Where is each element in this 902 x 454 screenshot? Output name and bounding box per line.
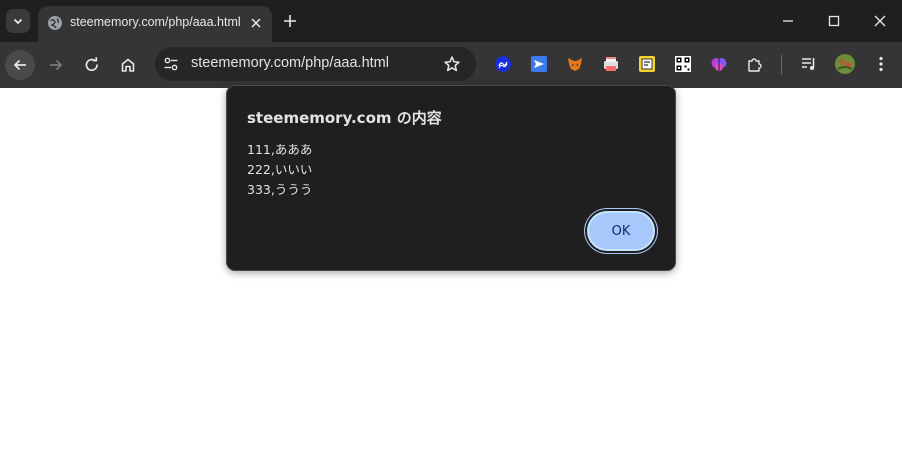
dialog-message-line: 111,あああ — [247, 142, 313, 157]
qr-code-icon[interactable] — [674, 55, 692, 73]
dialog-message-line: 333,ううう — [247, 182, 313, 197]
address-bar[interactable]: steememory.com/php/aaa.html — [155, 47, 476, 81]
chevron-down-icon — [13, 18, 23, 25]
url-text[interactable]: steememory.com/php/aaa.html — [191, 55, 389, 71]
arrow-right-icon — [50, 59, 63, 71]
dialog-message-line: 222,いいい — [247, 162, 313, 177]
brain-extension-icon[interactable] — [710, 55, 728, 73]
reload-button[interactable] — [77, 50, 107, 80]
minimize-icon[interactable] — [780, 13, 796, 29]
tab-strip: steememory.com/php/aaa.html — [0, 0, 902, 42]
metamask-fox-icon[interactable] — [566, 55, 584, 73]
new-tab-plus-icon[interactable] — [281, 12, 299, 30]
send-extension-icon[interactable] — [530, 55, 548, 73]
steem-extension-icon[interactable] — [494, 55, 512, 73]
arrow-left-icon — [13, 59, 26, 71]
ok-button[interactable]: OK — [587, 211, 655, 251]
globe-icon — [48, 16, 62, 30]
puzzle-icon[interactable] — [746, 55, 764, 73]
forward-button[interactable] — [41, 50, 71, 80]
dialog-heading: steememory.com の内容 — [247, 109, 442, 127]
avatar[interactable] — [835, 54, 855, 74]
kebab-menu-icon[interactable] — [872, 55, 890, 73]
browser-toolbar: steememory.com/php/aaa.html — [0, 42, 902, 88]
home-button[interactable] — [113, 50, 143, 80]
media-queue-icon[interactable] — [800, 55, 818, 73]
maximize-icon[interactable] — [826, 13, 842, 29]
home-icon — [121, 58, 135, 72]
toolbar-divider — [781, 55, 782, 75]
alert-dialog: steememory.com の内容 111,あああ 222,いいい 333,う… — [226, 85, 676, 271]
printer-extension-icon[interactable] — [602, 55, 620, 73]
tune-icon[interactable] — [163, 56, 179, 72]
tab-active[interactable]: steememory.com/php/aaa.html — [38, 6, 272, 42]
star-icon[interactable] — [443, 55, 461, 73]
tab-search-button[interactable] — [6, 9, 30, 33]
note-extension-icon[interactable] — [638, 55, 656, 73]
close-window-icon[interactable] — [872, 13, 888, 29]
close-icon[interactable] — [248, 15, 264, 31]
tab-title: steememory.com/php/aaa.html — [70, 15, 241, 29]
reload-icon — [85, 57, 98, 72]
back-button[interactable] — [5, 50, 35, 80]
